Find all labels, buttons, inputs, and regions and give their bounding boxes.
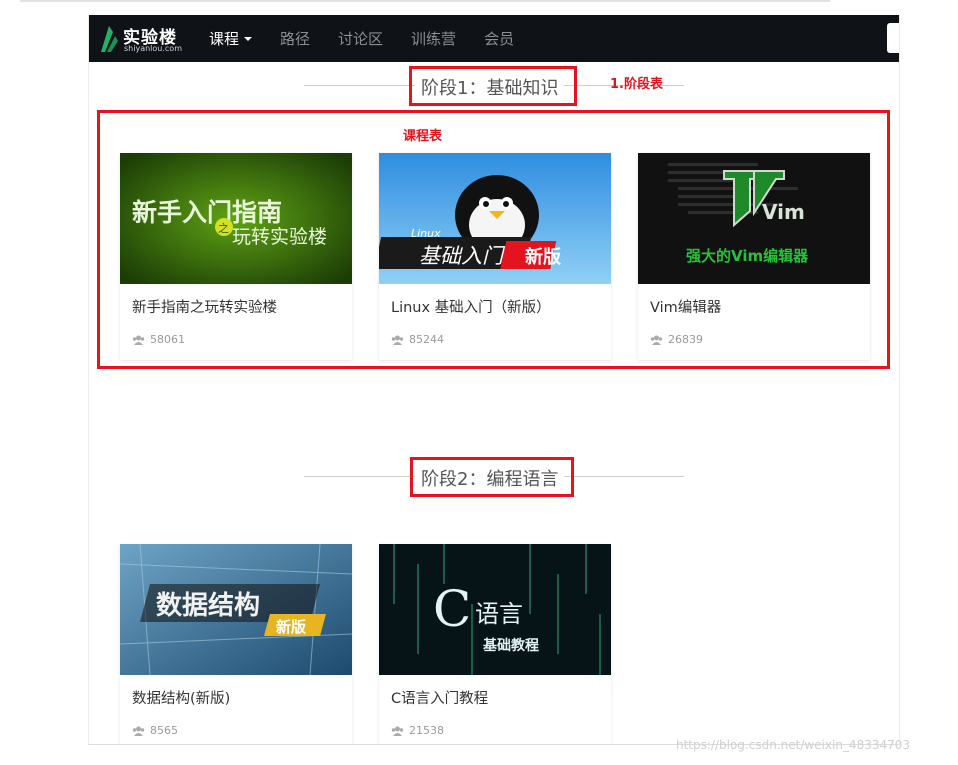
caret-down-icon [244,36,253,41]
course-learners: 58061 [132,333,185,346]
logo[interactable]: 实验楼 shiyanlou.com [97,22,192,56]
course-thumbnail: C 语言 基础教程 [379,544,611,675]
nav-item-label: 讨论区 [338,30,384,48]
svg-text:语言: 语言 [475,600,523,628]
logo-leaf-icon [101,26,118,52]
learner-count: 26839 [668,333,703,346]
course-title[interactable]: 新手指南之玩转实验楼 [132,296,277,317]
nav-item-bootcamp[interactable]: 训练营 [411,15,456,62]
learner-count: 21538 [409,724,444,737]
svg-text:C: C [433,580,471,638]
course-card[interactable]: Linux 基础入门 新版 Linux 基础入门（新版） 85244 [379,153,611,360]
annotation-box-stage-2 [410,457,574,497]
course-title[interactable]: Vim编辑器 [650,296,721,317]
nav-item-label: 课程 [209,30,240,48]
svg-text:Linux: Linux [411,227,441,240]
users-icon [391,335,404,345]
course-learners: 8565 [132,724,178,737]
svg-text:Vim: Vim [762,200,805,224]
annotation-course-table: 课程表 [403,129,443,144]
annotation-stage-table: 1.阶段表 [610,77,663,92]
course-card[interactable]: Vim 强大的Vim编辑器 Vim编辑器 26839 [638,153,870,360]
course-thumbnail: Vim 强大的Vim编辑器 [638,153,870,284]
course-learners: 26839 [650,333,703,346]
svg-text:强大的Vim编辑器: 强大的Vim编辑器 [686,247,809,265]
c-language-image: C 语言 基础教程 [379,544,611,675]
users-icon [132,335,145,345]
course-thumbnail: 数据结构 新版 [120,544,352,675]
top-divider [20,0,830,2]
users-icon [132,726,145,736]
brand-domain: shiyanlou.com [124,44,182,53]
course-title[interactable]: C语言入门教程 [391,687,488,708]
learner-count: 85244 [409,333,444,346]
svg-text:之: 之 [218,221,229,235]
svg-text:基础教程: 基础教程 [483,637,539,654]
nav-item-label: 训练营 [411,30,457,48]
svg-text:数据结构: 数据结构 [156,591,260,621]
course-title[interactable]: Linux 基础入门（新版） [391,296,551,317]
main-nav: 课程 路径 讨论区 训练营 会员 [209,15,542,62]
nav-search-box[interactable] [887,23,899,53]
data-structures-image: 数据结构 新版 [120,544,352,675]
svg-text:新手入门指南: 新手入门指南 [132,198,282,227]
svg-text:新版: 新版 [276,618,306,636]
nav-item-label: 路径 [280,30,311,48]
nav-item-label: 会员 [484,30,515,48]
course-learners: 21538 [391,724,444,737]
annotation-box-stage [409,66,577,106]
vim-editor-image: Vim 强大的Vim编辑器 [638,153,870,284]
nav-item-paths[interactable]: 路径 [280,15,310,62]
svg-text:基础入门: 基础入门 [419,244,506,268]
svg-text:新版: 新版 [525,246,561,268]
course-card[interactable]: C 语言 基础教程 C语言入门教程 21538 [379,544,611,744]
learner-count: 58061 [150,333,185,346]
linux-basics-image: Linux 基础入门 新版 [379,153,611,284]
course-learners: 85244 [391,333,444,346]
nav-item-membership[interactable]: 会员 [484,15,514,62]
navbar: 实验楼 shiyanlou.com 课程 路径 讨论区 训练营 会员 [89,15,899,62]
learner-count: 8565 [150,724,178,737]
course-card[interactable]: 新手入门指南 之 玩转实验楼 新手指南之玩转实验楼 58061 [120,153,352,360]
course-card[interactable]: 数据结构 新版 数据结构(新版) 8565 [120,544,352,744]
course-thumbnail: Linux 基础入门 新版 [379,153,611,284]
course-title[interactable]: 数据结构(新版) [132,687,230,708]
page-frame: 实验楼 shiyanlou.com 课程 路径 讨论区 训练营 会员 阶段1：基… [88,15,900,745]
course-thumbnail: 新手入门指南 之 玩转实验楼 [120,153,352,284]
users-icon [650,335,663,345]
watermark: https://blog.csdn.net/weixin_48334703 [676,738,911,752]
users-icon [391,726,404,736]
newbie-guide-image: 新手入门指南 之 玩转实验楼 [120,153,352,284]
nav-item-forum[interactable]: 讨论区 [338,15,383,62]
svg-text:玩转实验楼: 玩转实验楼 [232,226,327,248]
nav-item-courses[interactable]: 课程 [209,15,253,62]
